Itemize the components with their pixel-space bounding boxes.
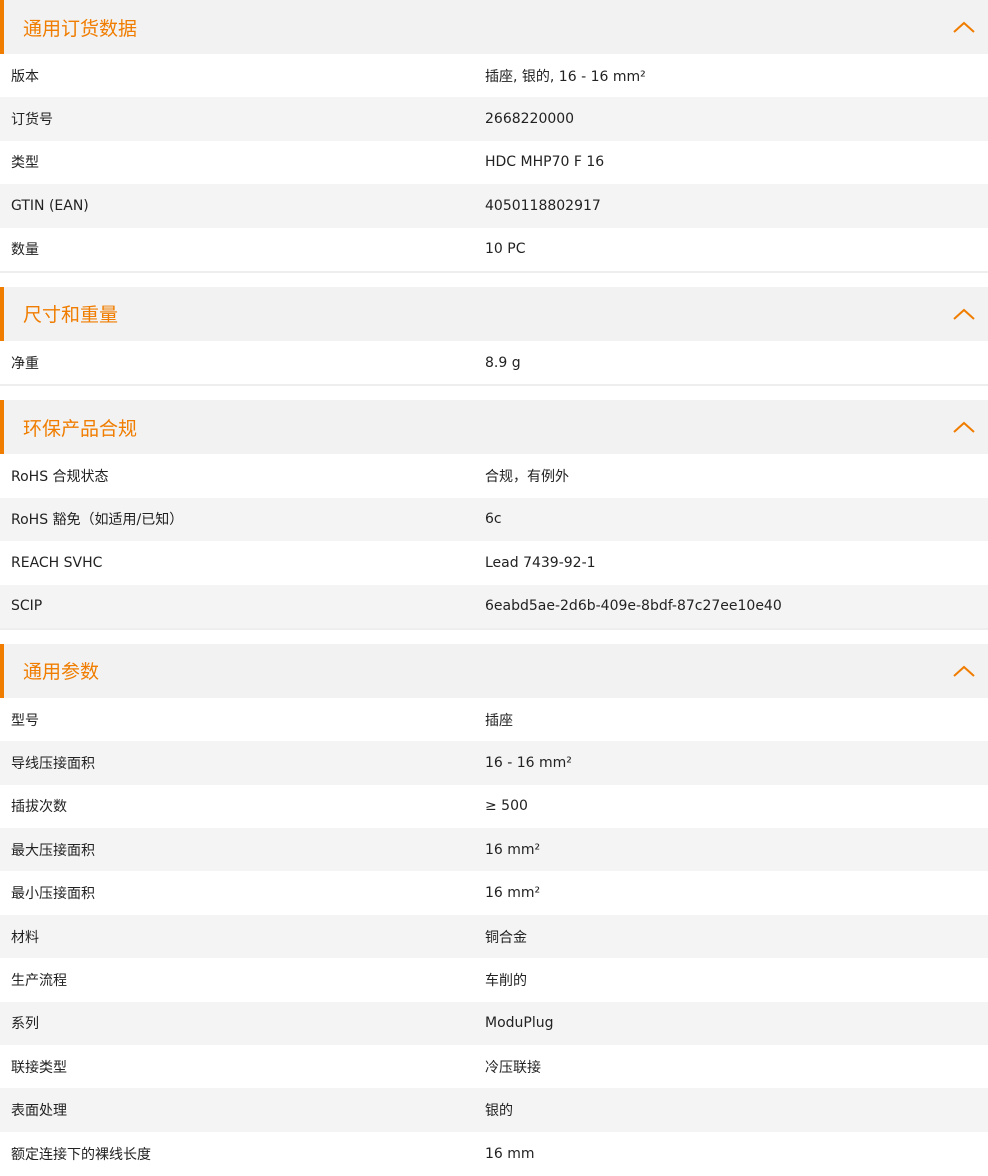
table-row: RoHS 豁免（如适用/已知） 6c	[0, 497, 988, 542]
row-label: 最小压接面积	[11, 886, 95, 903]
row-value: 冷压联接	[485, 1059, 541, 1076]
row-label: 表面处理	[11, 1103, 67, 1120]
table-row: 版本 插座, 银的, 16 - 16 mm²	[0, 54, 988, 98]
row-label: 联接类型	[11, 1059, 67, 1076]
row-label: 导线压接面积	[11, 755, 95, 772]
row-value: 16 mm²	[485, 841, 541, 858]
section-title: 通用参数	[23, 661, 100, 684]
row-label: 型号	[11, 712, 39, 729]
row-value: 16 mm	[485, 1145, 535, 1162]
row-value: 8.9 g	[485, 354, 521, 371]
table-row: 生产流程 车削的	[0, 958, 988, 1002]
chevron-up-icon[interactable]	[952, 20, 976, 34]
row-label: 数量	[11, 242, 39, 259]
row-value: ModuPlug	[485, 1015, 554, 1032]
row-value: 银的	[485, 1103, 513, 1120]
row-value: 10 PC	[485, 241, 526, 258]
table-row: 型号 插座	[0, 697, 988, 742]
row-value: 铜合金	[485, 929, 527, 946]
row-value: 2668220000	[485, 111, 575, 128]
table-row: 插拔次数 ≥ 500	[0, 784, 988, 829]
section-header[interactable]: 通用订货数据	[0, 0, 988, 54]
table-row: RoHS 合规状态 合规，有例外	[0, 454, 988, 498]
table-row: 联接类型 冷压联接	[0, 1045, 988, 1089]
table-row: 净重 8.9 g	[0, 340, 988, 385]
table-row: 导线压接面积 16 - 16 mm²	[0, 741, 988, 785]
table-row: 额定连接下的裸线长度 16 mm	[0, 1131, 988, 1176]
table-row: REACH SVHC Lead 7439-92-1	[0, 541, 988, 585]
row-value: ≥ 500	[485, 798, 528, 815]
spec-section: 通用参数型号 插座导线压接面积 16 - 16 mm² 插拔次数 ≥ 500 最大压接面积…	[0, 643, 988, 1176]
table-row: GTIN (EAN) 4050118802917	[0, 184, 988, 228]
spec-section: 尺寸和重量净重 8.9 g	[0, 286, 988, 385]
table-row: 系列 ModuPlug	[0, 1001, 988, 1046]
row-value: 6c	[485, 511, 502, 528]
section-header[interactable]: 尺寸和重量	[0, 286, 988, 341]
row-label: 版本	[11, 68, 39, 85]
row-label: REACH SVHC	[11, 554, 103, 571]
table-row: SCIP 6eabd5ae-2d6b-409e-8bdf-87c27ee10e40	[0, 584, 988, 628]
row-label: 材料	[11, 929, 39, 946]
row-label: 最大压接面积	[11, 842, 95, 859]
chevron-up-icon[interactable]	[952, 664, 976, 678]
section-divider	[0, 384, 988, 400]
section-header[interactable]: 环保产品合规	[0, 400, 988, 455]
row-value: 16 mm²	[485, 885, 541, 902]
row-label: 订货号	[11, 112, 53, 129]
section-divider	[0, 627, 988, 644]
table-row: 材料 铜合金	[0, 914, 988, 959]
row-label: RoHS 豁免（如适用/已知）	[11, 512, 184, 529]
chevron-up-icon[interactable]	[952, 307, 976, 321]
section-title: 尺寸和重量	[23, 304, 119, 327]
row-label: GTIN (EAN)	[11, 197, 89, 214]
product-spec-panel: 通用订货数据版本 插座, 银的, 16 - 16 mm² 订货号 2668220000…	[0, 0, 988, 1176]
row-label: 净重	[11, 355, 39, 372]
table-row: 订货号 2668220000	[0, 97, 988, 141]
spec-section: 通用订货数据版本 插座, 银的, 16 - 16 mm² 订货号 2668220000…	[0, 0, 988, 271]
row-value: 16 - 16 mm²	[485, 754, 572, 771]
table-row: 表面处理 银的	[0, 1088, 988, 1132]
row-value: 插座	[485, 712, 513, 729]
section-header[interactable]: 通用参数	[0, 643, 988, 698]
row-value: 6eabd5ae-2d6b-409e-8bdf-87c27ee10e40	[485, 598, 782, 615]
spec-section: 环保产品合规 RoHS 合规状态 合规，有例外 RoHS 豁免（如适用/已知） 6c RE…	[0, 400, 988, 628]
row-value: HDC MHP70 F 16	[485, 154, 605, 171]
table-row: 类型 HDC MHP70 F 16	[0, 140, 988, 185]
row-label: 系列	[11, 1016, 39, 1033]
section-title: 通用订货数据	[23, 17, 138, 40]
row-label: 生产流程	[11, 972, 67, 989]
row-label: 类型	[11, 155, 39, 172]
section-title: 环保产品合规	[23, 417, 138, 440]
table-row: 最小压接面积 16 mm²	[0, 871, 988, 915]
row-label: RoHS 合规状态	[11, 469, 109, 486]
chevron-up-icon[interactable]	[952, 420, 976, 434]
row-value: Lead 7439-92-1	[485, 554, 596, 571]
section-divider	[0, 270, 988, 287]
row-value: 车削的	[485, 972, 527, 989]
row-label: 额定连接下的裸线长度	[11, 1146, 151, 1163]
row-value: 4050118802917	[485, 197, 601, 214]
row-label: 插拔次数	[11, 799, 67, 816]
table-row: 最大压接面积 16 mm²	[0, 828, 988, 872]
table-row: 数量 10 PC	[0, 227, 988, 271]
row-value: 插座, 银的, 16 - 16 mm²	[485, 68, 646, 85]
row-label: SCIP	[11, 598, 43, 615]
row-value: 合规，有例外	[485, 469, 569, 486]
